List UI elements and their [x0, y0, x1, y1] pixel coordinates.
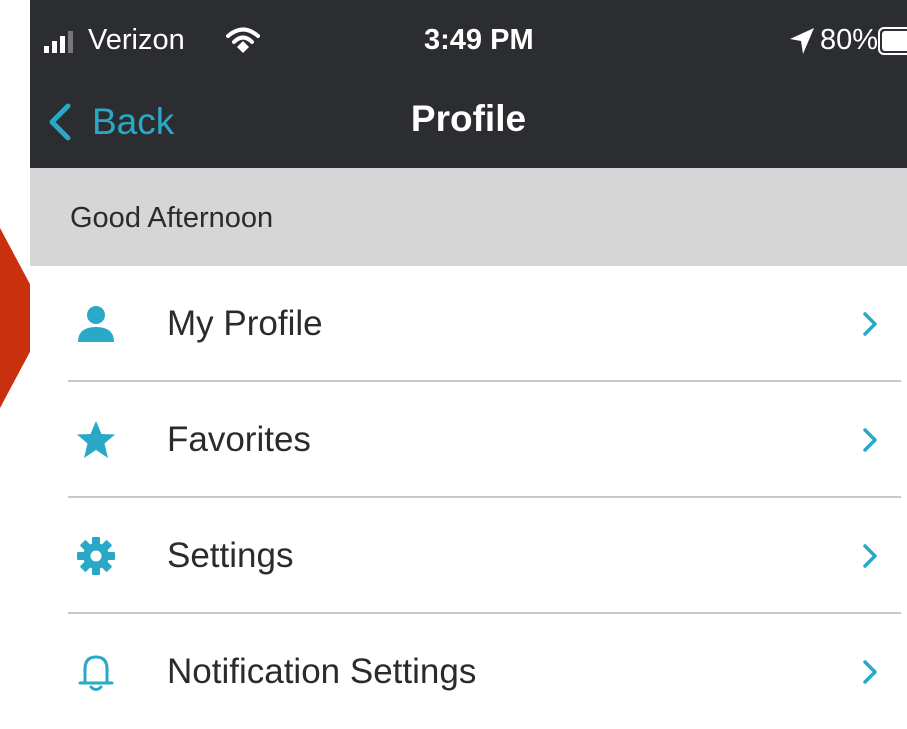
- chevron-right-icon: [863, 660, 877, 684]
- phone-screen: Verizon 3:49 PM 80% Back Profile Good Af…: [30, 0, 907, 729]
- status-time: 3:49 PM: [424, 24, 534, 56]
- carrier-name: Verizon: [88, 24, 185, 56]
- menu-item-label: Notification Settings: [167, 652, 477, 691]
- chevron-right-icon: [863, 312, 877, 336]
- star-icon: [77, 421, 115, 458]
- navigation-bar: Back Profile: [30, 76, 907, 168]
- battery-percentage: 80%: [820, 24, 879, 56]
- chevron-right-icon: [863, 428, 877, 452]
- location-arrow-icon: [790, 28, 814, 54]
- greeting-header: Good Afternoon: [30, 168, 907, 266]
- chevron-right-icon: [863, 544, 877, 568]
- bell-icon: [78, 655, 114, 691]
- app-root: Verizon 3:49 PM 80% Back Profile Good Af…: [0, 0, 907, 729]
- battery-icon: [878, 27, 907, 55]
- greeting-text: Good Afternoon: [70, 202, 274, 234]
- wifi-icon: [226, 27, 260, 53]
- menu-item-notification-settings[interactable]: Notification Settings: [30, 614, 907, 729]
- profile-menu: My Profile Favorites Settings Notificati…: [30, 266, 907, 729]
- signal-strength-icon: [44, 31, 73, 53]
- gear-icon: [77, 537, 115, 575]
- menu-item-favorites[interactable]: Favorites: [30, 382, 907, 498]
- menu-item-label: Settings: [167, 536, 294, 575]
- person-icon: [78, 306, 114, 342]
- page-title: Profile: [410, 98, 527, 139]
- menu-item-settings[interactable]: Settings: [30, 498, 907, 614]
- status-bar: Verizon 3:49 PM 80%: [30, 0, 907, 76]
- menu-item-label: My Profile: [167, 304, 323, 343]
- menu-item-my-profile[interactable]: My Profile: [30, 266, 907, 382]
- menu-item-label: Favorites: [167, 420, 311, 459]
